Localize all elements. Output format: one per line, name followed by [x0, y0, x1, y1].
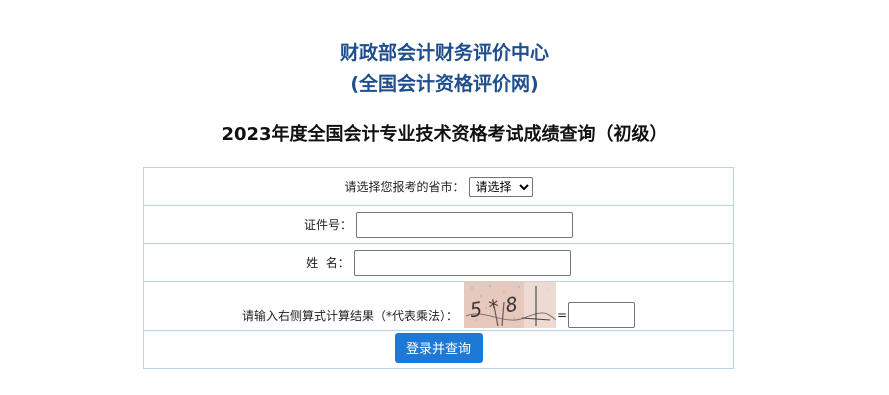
equals-sign: = [556, 308, 568, 322]
name-label: 姓 名： [306, 256, 350, 270]
id-row: 证件号： [144, 206, 733, 244]
captcha-image[interactable]: 5*8 [463, 282, 556, 328]
captcha-row: 请输入右侧算式计算结果（*代表乘法）： 5*8 = [144, 282, 733, 331]
org-title-line1: 财政部会计财务评价中心 [339, 42, 549, 64]
province-row: 请选择您报考的省市： 请选择 [144, 168, 733, 206]
submit-row: 登录并查询 [144, 331, 733, 368]
id-number-input[interactable] [356, 211, 573, 238]
captcha-answer-input[interactable] [568, 302, 636, 328]
login-query-button[interactable]: 登录并查询 [394, 332, 483, 363]
org-title-line2: (全国会计资格评价网) [350, 73, 539, 95]
captcha-label: 请输入右侧算式计算结果（*代表乘法）： [241, 309, 458, 323]
query-form: 请选择您报考的省市： 请选择 证件号： 姓 名： 请输入右侧算式计算结果（*代表… [143, 167, 734, 369]
province-select[interactable]: 请选择 [468, 176, 533, 197]
page-title: 2023年度全国会计专业技术资格考试成绩查询（初级） [221, 124, 668, 145]
province-label: 请选择您报考的省市： [344, 180, 465, 194]
id-label: 证件号： [303, 218, 352, 232]
name-input[interactable] [353, 249, 571, 276]
name-row: 姓 名： [144, 244, 733, 282]
